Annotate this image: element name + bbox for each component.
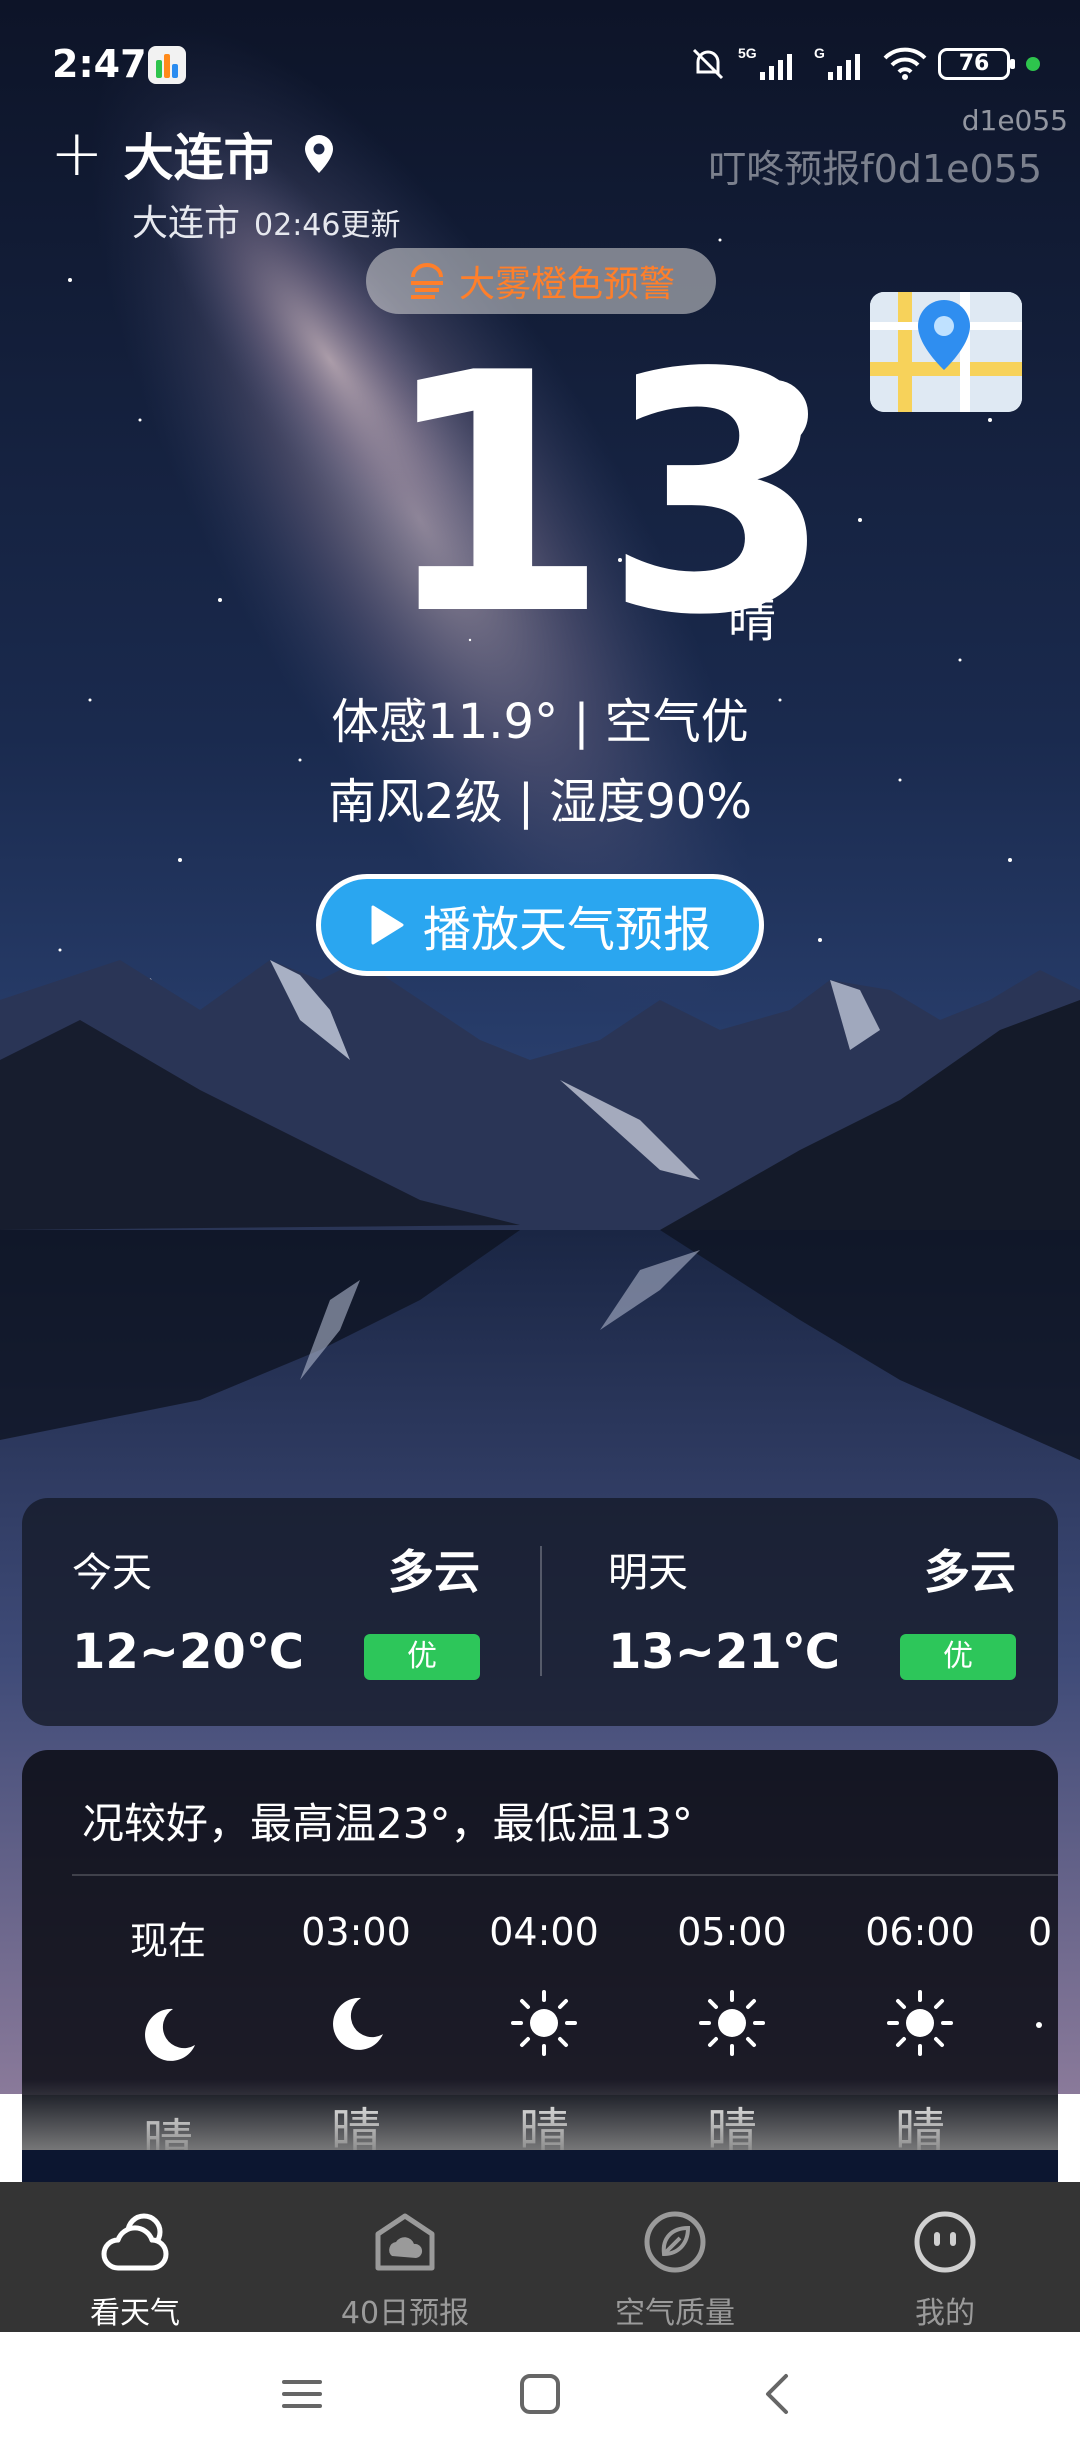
- battery-icon: 76: [938, 48, 1015, 80]
- sun-icon: [699, 1990, 765, 2056]
- wind-humidity: 南风2级 | 湿度90%: [328, 774, 752, 830]
- app-notification-icon: [148, 46, 186, 84]
- calendar-icon: [375, 2213, 435, 2271]
- forecast-temp-range: 12~20℃: [72, 1624, 304, 1680]
- nav-item-mine[interactable]: 我的: [810, 2182, 1080, 2332]
- scroll-fade: [22, 2080, 1058, 2150]
- fog-warning-icon: [410, 263, 443, 299]
- edge-strip: [1058, 2094, 1080, 2182]
- status-time: 2:47: [52, 42, 147, 86]
- feels-like-air-quality: 体感11.9° | 空气优: [331, 694, 749, 750]
- map-button[interactable]: [870, 292, 1022, 412]
- two-day-forecast-card[interactable]: 今天 多云 12~20℃ 优 明天 多云 13~21℃ 优: [22, 1498, 1058, 1726]
- forecast-condition: 多云: [924, 1545, 1016, 1599]
- add-city-button[interactable]: +: [50, 122, 104, 186]
- forecast-day: 明天: [608, 1550, 688, 1596]
- watermark-id: d1e055: [961, 104, 1068, 137]
- svg-text:G: G: [814, 45, 825, 61]
- back-icon[interactable]: [756, 2372, 800, 2416]
- home-icon[interactable]: [518, 2372, 562, 2416]
- current-condition: 晴: [728, 592, 777, 648]
- map-pin-icon: [870, 292, 1022, 412]
- nav-label: 40日预报: [340, 2296, 470, 2331]
- hourly-time: 现在: [129, 1919, 206, 1963]
- sun-icon: [511, 1990, 577, 2056]
- muted-bell-icon: [692, 48, 724, 80]
- hourly-time: 03:00: [301, 1910, 411, 1954]
- city-title[interactable]: 大连市: [124, 118, 274, 190]
- forecast-tomorrow[interactable]: 明天 多云 13~21℃ 优: [558, 1498, 1058, 1726]
- forecast-divider: [540, 1546, 542, 1676]
- degree-symbol: [740, 380, 808, 448]
- sun-icon: [1036, 2022, 1042, 2028]
- moon-icon: [145, 2008, 195, 2061]
- hourly-forecast-card[interactable]: 况较好，最高温23°，最低温13° 现在 晴 03:00 晴 04:00 晴 0…: [22, 1750, 1058, 2150]
- play-forecast-button[interactable]: 播放天气预报: [316, 874, 764, 976]
- watermark-brand: 叮咚预报f0d1e055: [708, 147, 1042, 191]
- sub-city-label: 大连市: [132, 203, 241, 244]
- hourly-item[interactable]: 0: [1028, 1910, 1058, 2028]
- 5g-signal-icon: 5G: [738, 45, 792, 80]
- hourly-time: 04:00: [489, 1910, 599, 1954]
- menu-icon[interactable]: [280, 2372, 324, 2416]
- update-time: 02:46更新: [254, 208, 401, 243]
- daily-summary-text: 况较好，最高温23°，最低温13°: [82, 1799, 693, 1848]
- hourly-time: 05:00: [677, 1910, 787, 1954]
- g-signal-icon: G: [814, 45, 860, 80]
- location-pin-icon: [304, 135, 333, 173]
- forecast-temp-range: 13~21℃: [608, 1624, 840, 1680]
- svg-text:5G: 5G: [738, 45, 757, 61]
- wifi-icon: [883, 47, 927, 80]
- hourly-time: 06:00: [865, 1910, 975, 1954]
- air-quality-badge: 优: [900, 1634, 1016, 1680]
- forecast-day: 今天: [72, 1550, 152, 1596]
- edge-strip: [0, 2094, 22, 2182]
- forecast-condition: 多云: [388, 1545, 480, 1599]
- leaf-icon: [644, 2211, 706, 2273]
- status-bar: 2:47 5G G 76: [0, 0, 1080, 130]
- face-icon: [914, 2211, 976, 2273]
- alert-label: 大雾橙色预警: [458, 264, 675, 305]
- air-quality-badge: 优: [364, 1634, 480, 1680]
- play-forecast-label: 播放天气预报: [422, 902, 711, 958]
- nav-item-weather[interactable]: 看天气: [0, 2182, 270, 2332]
- sun-icon: [887, 1990, 953, 2056]
- bottom-navigation: 看天气 40日预报 空气质量 我的: [0, 2182, 1080, 2332]
- hourly-time: 0: [1028, 1910, 1053, 1954]
- nav-label: 我的: [915, 2296, 975, 2331]
- moon-icon: [333, 1997, 383, 2050]
- nav-label: 看天气: [90, 2296, 180, 2331]
- summary-divider: [72, 1874, 1058, 1876]
- nav-item-40-day[interactable]: 40日预报: [270, 2182, 540, 2332]
- nav-label: 空气质量: [615, 2296, 735, 2331]
- forecast-today[interactable]: 今天 多云 12~20℃ 优: [22, 1498, 522, 1726]
- city-subtitle: 大连市 02:46更新: [132, 194, 400, 246]
- privacy-indicator-dot: [1026, 57, 1040, 71]
- nav-item-air-quality[interactable]: 空气质量: [540, 2182, 810, 2332]
- cloud-icon: [101, 2213, 169, 2271]
- system-navigation-bar: [0, 2332, 1080, 2460]
- play-icon: [371, 905, 404, 945]
